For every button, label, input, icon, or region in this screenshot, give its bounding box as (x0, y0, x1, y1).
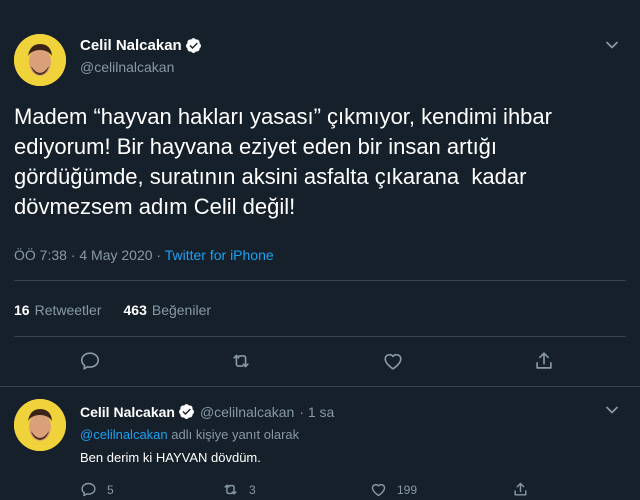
share-icon (514, 482, 527, 496)
avatar-image (14, 399, 66, 451)
retweet-icon (224, 484, 237, 495)
tweet-stats: 16 Retweetler 463 Beğeniler (14, 302, 233, 318)
reply-retweet-button[interactable]: 3 (222, 481, 256, 498)
author-handle[interactable]: @celilnalcakan (80, 59, 202, 75)
retweet-button[interactable] (230, 350, 252, 372)
reply-icon (80, 352, 100, 370)
tweet-timestamp[interactable]: ÖÖ 7:38 · 4 May 2020 · (14, 247, 165, 263)
tweet-source-link[interactable]: Twitter for iPhone (165, 247, 274, 263)
author-avatar[interactable] (14, 34, 66, 86)
reply-context: @celilnalcakan adlı kişiye yanıt olarak (80, 427, 299, 442)
reply-to-mention[interactable]: @celilnalcakan (80, 427, 168, 442)
tweet-text: Madem “hayvan hakları yasası” çıkmıyor, … (14, 104, 552, 219)
verified-badge-icon (185, 38, 201, 53)
chevron-down-icon[interactable] (602, 400, 622, 420)
reply-share-button[interactable] (512, 481, 539, 498)
retweet-icon (233, 354, 249, 368)
like-button[interactable] (382, 350, 404, 372)
reply-icon (81, 482, 96, 497)
author-info: Celil Nalcakan @celilnalcakan (80, 37, 202, 75)
tweet-meta: ÖÖ 7:38 · 4 May 2020 · Twitter for iPhon… (14, 247, 274, 263)
avatar-image (14, 34, 66, 86)
reply-author-name[interactable]: Celil Nalcakan (80, 404, 175, 420)
divider (14, 280, 626, 281)
like-icon (384, 353, 402, 370)
reply-timestamp[interactable]: · 1 sa (299, 404, 334, 420)
verified-badge-icon (178, 404, 194, 419)
retweets-label: Retweetler (34, 302, 102, 318)
chevron-down-icon[interactable] (602, 35, 622, 55)
like-icon (371, 483, 386, 497)
reply-like-button[interactable]: 199 (370, 481, 417, 498)
reply-header: Celil Nalcakan @celilnalcakan · 1 sa (80, 403, 334, 420)
author-name-row: Celil Nalcakan (80, 37, 202, 54)
likes-count: 463 (123, 302, 147, 318)
reply-retweets-count: 3 (249, 482, 256, 497)
main-tweet: Celil Nalcakan @celilnalcakan Madem “hay… (0, 0, 640, 386)
likes-stat[interactable]: 463 Beğeniler (124, 302, 212, 318)
share-icon (536, 352, 552, 369)
likes-label: Beğeniler (151, 302, 212, 318)
retweets-stat[interactable]: 16 Retweetler (14, 302, 102, 318)
reply-text: Ben derim ki HAYVAN dövdüm. (80, 450, 261, 465)
retweets-count: 16 (14, 302, 30, 318)
divider (14, 336, 626, 337)
reply-button[interactable] (79, 350, 101, 372)
share-button[interactable] (533, 350, 555, 372)
author-display-name[interactable]: Celil Nalcakan (80, 37, 182, 54)
reply-to-label: adlı kişiye yanıt olarak (167, 427, 300, 442)
reply-author-handle[interactable]: @celilnalcakan (200, 404, 294, 420)
reply-replies-count: 5 (107, 482, 114, 497)
reply-tweet[interactable]: Celil Nalcakan @celilnalcakan · 1 sa @ce… (0, 387, 640, 500)
reply-author-avatar[interactable] (14, 399, 66, 451)
reply-likes-count: 199 (397, 482, 418, 497)
reply-reply-button[interactable]: 5 (80, 481, 114, 498)
